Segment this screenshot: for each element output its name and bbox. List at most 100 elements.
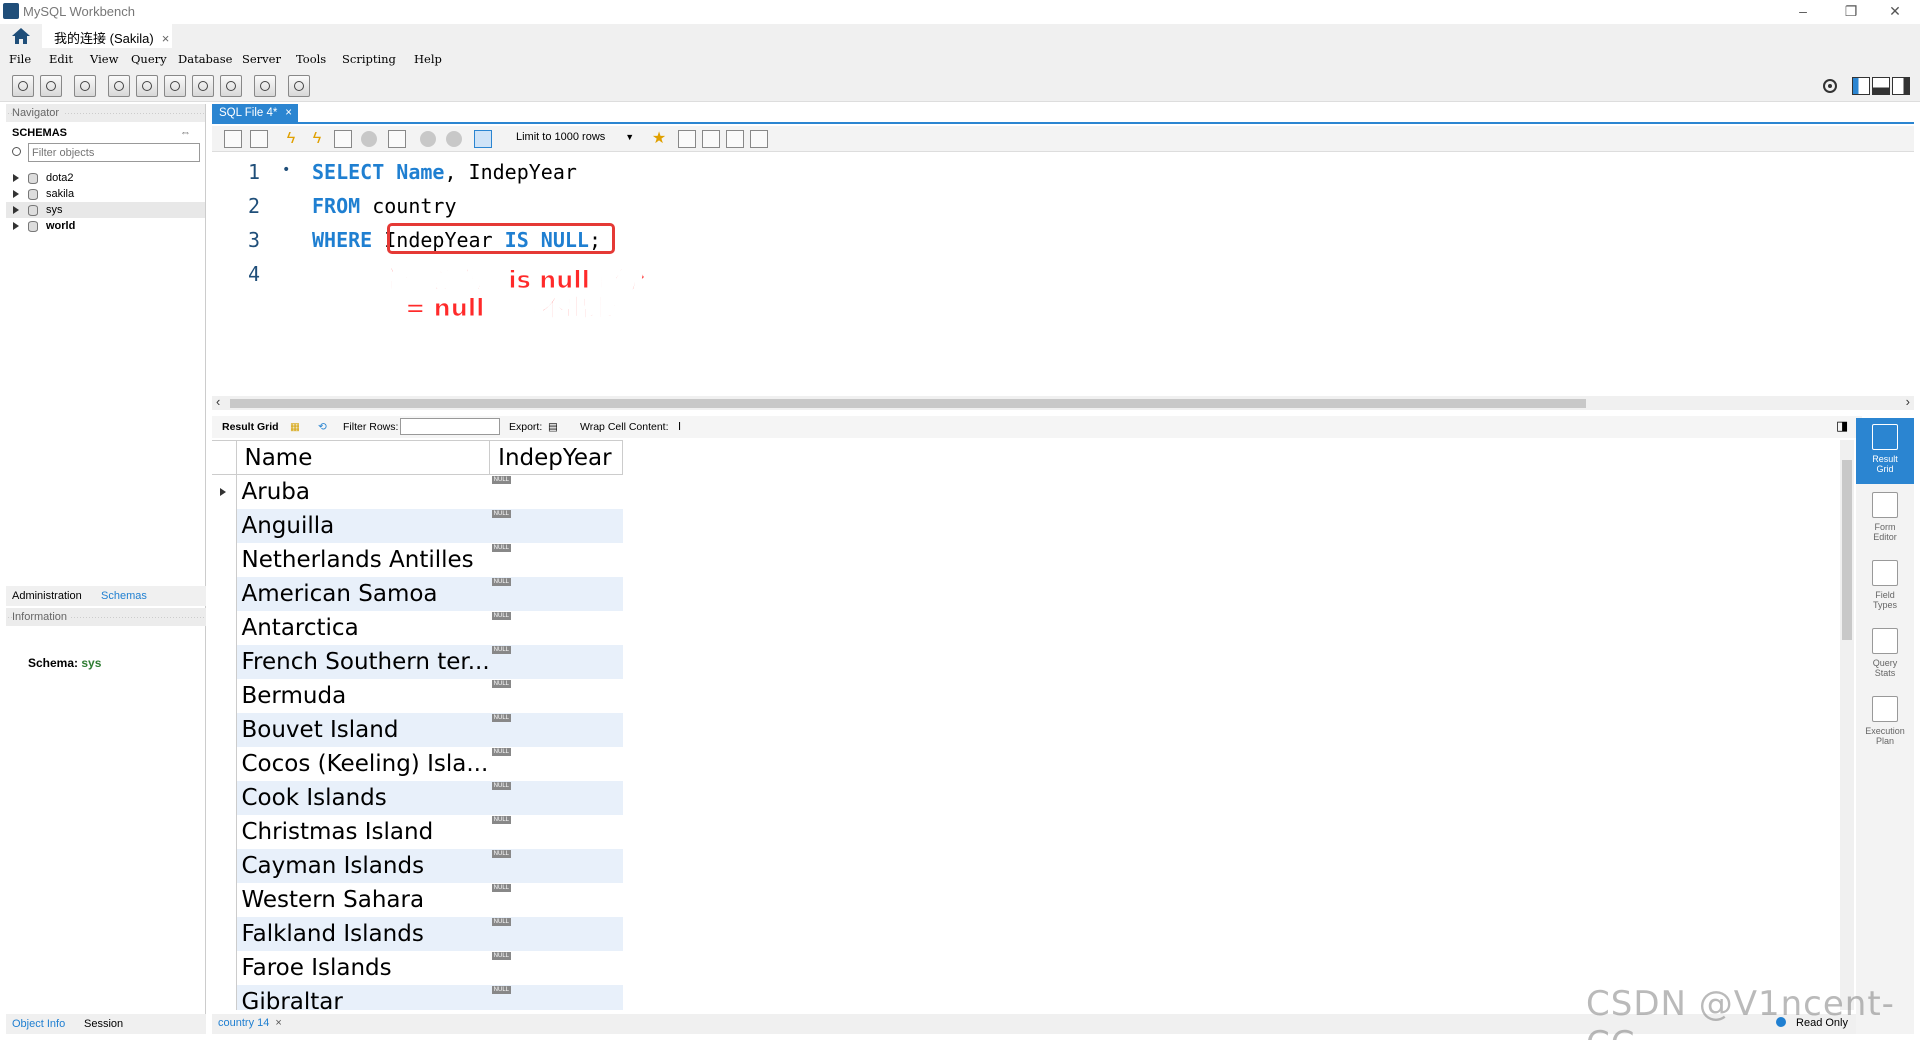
row-header[interactable] [212, 610, 237, 645]
row-header[interactable] [212, 508, 237, 543]
expand-icon[interactable] [13, 190, 19, 198]
row-header[interactable] [212, 644, 237, 679]
table-row[interactable]: Cook Islands NULL [212, 780, 623, 815]
result-grid-button[interactable]: Result Grid [1856, 418, 1914, 484]
restore-button[interactable]: ❐ [1836, 3, 1866, 21]
scroll-right-icon[interactable]: › [1906, 394, 1910, 409]
tab-sql-file[interactable]: SQL File 4* × [212, 104, 298, 124]
limit-rows-select[interactable]: Limit to 1000 rows ▼ [516, 131, 634, 143]
schema-item-world[interactable]: world [6, 218, 205, 234]
cell-indepyear[interactable]: NULL [489, 644, 623, 679]
cell-indepyear[interactable]: NULL [490, 475, 623, 509]
add-snippet-icon[interactable]: ★ [650, 130, 668, 148]
execution-plan-button[interactable]: Execution Plan [1856, 690, 1914, 756]
cell-name[interactable]: Bouvet Island [236, 712, 490, 747]
commit-icon[interactable] [420, 131, 436, 147]
close-button[interactable]: ✕ [1880, 3, 1910, 21]
row-header[interactable] [212, 984, 237, 1010]
row-header[interactable] [212, 780, 237, 815]
row-header[interactable] [212, 848, 237, 883]
cell-name[interactable]: Cocos (Keeling) Isla... [236, 747, 490, 781]
cell-indepyear[interactable]: NULL [489, 508, 623, 543]
row-header[interactable] [212, 746, 237, 781]
open-sql-script-icon[interactable] [40, 75, 62, 97]
menu-help[interactable]: Help [414, 52, 442, 66]
expand-icon[interactable] [13, 174, 19, 182]
form-editor-button[interactable]: Form Editor [1856, 486, 1914, 552]
close-tab-icon[interactable]: × [285, 107, 292, 119]
cell-indepyear[interactable]: NULL [489, 848, 623, 883]
refresh-icon[interactable]: ⟲ [318, 421, 327, 433]
cell-name[interactable]: Faroe Islands [236, 951, 490, 985]
row-header[interactable] [212, 576, 237, 611]
scrollbar-thumb[interactable] [230, 399, 1586, 408]
wrap-lines-icon[interactable] [750, 130, 768, 148]
table-row[interactable]: Bouvet Island NULL [212, 712, 623, 747]
cell-indepyear[interactable]: NULL [490, 951, 623, 985]
cell-indepyear[interactable]: NULL [490, 611, 623, 645]
cell-indepyear[interactable]: NULL [490, 815, 623, 849]
cell-indepyear[interactable]: NULL [489, 984, 623, 1010]
query-stats-button[interactable]: Query Stats [1856, 622, 1914, 688]
row-header[interactable] [212, 916, 237, 951]
cell-name[interactable]: Falkland Islands [236, 916, 490, 951]
reconnect-icon[interactable] [288, 75, 310, 97]
table-row[interactable]: Cocos (Keeling) Isla... NULL [212, 746, 623, 781]
cell-name[interactable]: Gibraltar [236, 984, 490, 1010]
cell-name[interactable]: Aruba [236, 475, 490, 509]
toggle-secondary-sidebar-icon[interactable] [1892, 77, 1910, 95]
invisible-chars-icon[interactable] [726, 130, 744, 148]
cell-name[interactable]: Christmas Island [236, 815, 490, 849]
grid-view-icon[interactable]: ▦ [290, 421, 300, 433]
schema-item-sys[interactable]: sys [6, 202, 205, 218]
open-file-icon[interactable] [224, 130, 242, 148]
table-row[interactable]: Cayman Islands NULL [212, 848, 623, 883]
refresh-schemas-icon[interactable]: ⇔ [180, 127, 191, 139]
filter-rows-input[interactable] [400, 418, 500, 435]
schema-item-sakila[interactable]: sakila [6, 186, 205, 202]
create-function-icon[interactable] [220, 75, 242, 97]
toggle-sidebar-icon[interactable] [1852, 77, 1870, 95]
close-connection-icon[interactable]: × [162, 31, 170, 46]
table-row[interactable]: French Southern ter... NULL [212, 644, 623, 679]
cell-name[interactable]: Cook Islands [236, 780, 490, 815]
menu-scripting[interactable]: Scripting [342, 52, 396, 66]
row-header[interactable] [212, 712, 237, 747]
settings-icon[interactable] [1822, 78, 1838, 94]
cell-name[interactable]: Western Sahara [236, 883, 490, 917]
table-row[interactable]: Faroe Islands NULL [212, 950, 623, 985]
cell-indepyear[interactable]: NULL [490, 543, 623, 577]
field-types-button[interactable]: Field Types [1856, 554, 1914, 620]
table-row[interactable]: Antarctica NULL [212, 610, 623, 645]
find-icon[interactable] [702, 130, 720, 148]
cell-name[interactable]: American Samoa [236, 576, 490, 611]
toggle-error-icon[interactable] [388, 130, 406, 148]
vertical-scrollbar[interactable] [1840, 440, 1854, 1010]
minimize-button[interactable]: – [1788, 3, 1818, 21]
cell-indepyear[interactable]: NULL [489, 916, 623, 951]
row-header[interactable] [212, 542, 237, 577]
execute-current-icon[interactable]: ϟ [308, 130, 326, 148]
auto-commit-icon[interactable] [474, 130, 492, 148]
row-header[interactable] [212, 814, 237, 849]
table-row[interactable]: Anguilla NULL [212, 508, 623, 543]
new-sql-tab-icon[interactable] [12, 75, 34, 97]
beautify-icon[interactable] [678, 130, 696, 148]
result-tab-country[interactable]: country 14 × [218, 1017, 282, 1029]
menu-file[interactable]: File [9, 52, 31, 66]
row-header[interactable] [212, 882, 237, 917]
scroll-left-icon[interactable]: ‹ [216, 394, 220, 409]
tab-session[interactable]: Session [84, 1018, 123, 1030]
inspector-icon[interactable] [74, 75, 96, 97]
search-table-data-icon[interactable] [254, 75, 276, 97]
menu-view[interactable]: View [90, 52, 118, 66]
expand-icon[interactable] [13, 222, 19, 230]
tab-schemas[interactable]: Schemas [101, 590, 147, 602]
table-row[interactable]: Christmas Island NULL [212, 814, 623, 849]
cell-name[interactable]: French Southern ter... [236, 644, 490, 679]
row-header[interactable] [212, 950, 237, 985]
table-row[interactable]: Netherlands Antilles NULL [212, 542, 623, 577]
expand-icon[interactable] [13, 206, 19, 214]
menu-tools[interactable]: Tools [296, 52, 326, 66]
close-result-tab-icon[interactable]: × [275, 1017, 281, 1029]
